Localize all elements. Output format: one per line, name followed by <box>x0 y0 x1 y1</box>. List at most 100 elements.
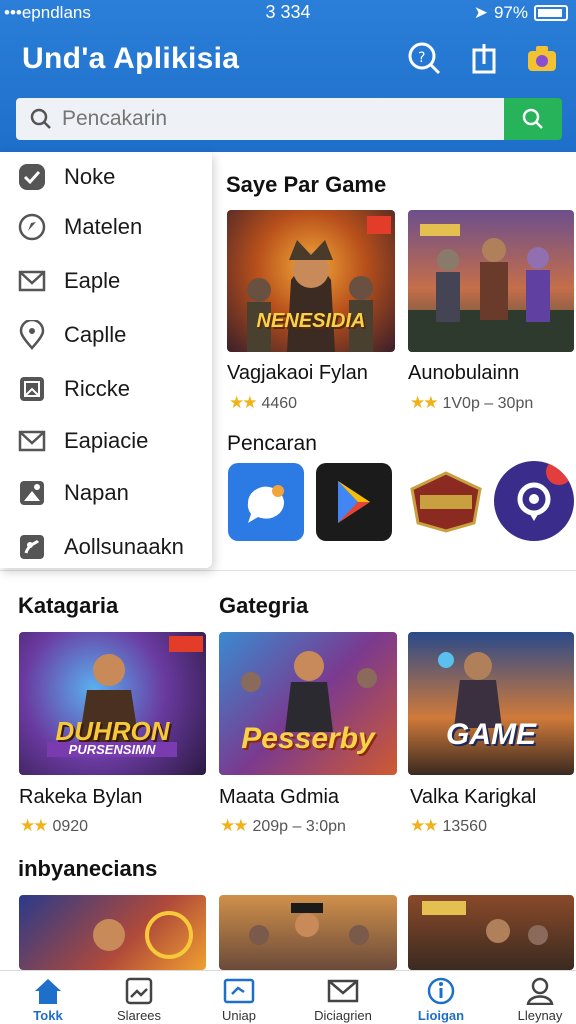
nav-item-lleynay[interactable]: Lleynay <box>492 971 576 1024</box>
game-art-title: GAME <box>446 718 536 751</box>
info-icon <box>425 977 457 1005</box>
location-pin-icon <box>17 320 47 350</box>
game-title[interactable]: Valka Karigkal <box>410 786 536 809</box>
game-thumbnail[interactable] <box>219 895 397 970</box>
game-title[interactable]: Rakeka Bylan <box>19 786 142 809</box>
menu-item-napan[interactable]: Napan <box>0 468 212 518</box>
bottom-navigation: Tokk Slarees Uniap Diciagrien Lioigan Ll… <box>0 970 576 1024</box>
nav-label: Diciagrien <box>314 1008 372 1023</box>
menu-item-label: Eapiacie <box>64 428 149 453</box>
envelope-icon <box>17 426 47 456</box>
game-thumbnail[interactable]: Pesserby <box>219 632 397 775</box>
game-thumbnail[interactable]: DUHRON PURSENSIMN <box>19 632 206 775</box>
game-title[interactable]: Vagjakaoi Fylan <box>227 362 368 385</box>
game-title[interactable]: Maata Gdmia <box>219 786 339 809</box>
section-title-recommended: inbyanecians <box>18 856 158 881</box>
game-meta: ★★ 13560 <box>410 816 487 836</box>
section-title-gategria: Gategria <box>219 593 309 618</box>
chat-app-icon[interactable] <box>228 463 304 541</box>
game-art-title: NENESIDIA <box>256 310 366 332</box>
dropdown-menu: Noke Matelen Eaple Caplle Riccke Eapiaci… <box>0 152 212 568</box>
nav-item-home[interactable]: Tokk <box>0 971 96 1024</box>
menu-item-label: Aollsunaakn <box>64 534 184 559</box>
game-thumbnail[interactable] <box>408 895 574 970</box>
game-art-title: Pesserby <box>241 722 375 755</box>
game-meta-value: 209p – 3:0pn <box>252 818 346 835</box>
game-thumbnail[interactable]: NENESIDIA <box>227 210 395 352</box>
menu-item-caplle[interactable]: Caplle <box>0 310 212 360</box>
mail-icon <box>327 977 359 1005</box>
star-rating-icon: ★★ <box>20 816 49 835</box>
nav-label: Lleynay <box>517 1008 563 1023</box>
nav-label: Tokk <box>33 1008 63 1023</box>
star-rating-icon: ★★ <box>410 816 439 835</box>
image-icon <box>17 374 47 404</box>
menu-item-noke[interactable]: Noke <box>0 152 212 202</box>
game-meta-value: 4460 <box>261 395 298 412</box>
check-icon <box>17 162 47 192</box>
game-title[interactable]: Aunobulainn <box>408 362 519 385</box>
camera-icon[interactable] <box>524 40 560 76</box>
game-meta: ★★ 209p – 3:0pn <box>220 816 346 836</box>
game-meta: ★★ 1V0p – 30pn <box>410 393 533 413</box>
svg-text:?: ? <box>418 50 425 66</box>
search-icon <box>522 108 543 129</box>
game-meta-value: 0920 <box>52 818 89 835</box>
nav-item-slarees[interactable]: Slarees <box>91 971 187 1024</box>
status-bar: •••epndlans 3 334 ➤ 97% <box>0 0 576 26</box>
star-rating-icon: ★★ <box>220 816 249 835</box>
game-meta: ★★ 0920 <box>20 816 88 836</box>
menu-item-label: Eaple <box>64 268 121 293</box>
star-rating-icon: ★★ <box>410 393 439 412</box>
nav-label: Slarees <box>116 1008 162 1023</box>
menu-item-eapiacie[interactable]: Eapiacie <box>0 416 212 466</box>
search-icon <box>30 108 52 135</box>
section-title-pencaran: Pencaran <box>227 432 317 455</box>
search-button[interactable] <box>504 98 562 140</box>
menu-item-label: Noke <box>64 164 116 189</box>
menu-item-matelen[interactable]: Matelen <box>0 202 212 252</box>
search-help-icon[interactable]: ? <box>406 40 442 76</box>
menu-item-riccke[interactable]: Riccke <box>0 364 212 414</box>
notification-badge <box>546 461 572 485</box>
search-field <box>16 98 504 140</box>
nav-label: Lioigan <box>417 1008 465 1023</box>
game-thumbnail[interactable]: GAME <box>408 632 574 775</box>
game-thumbnail[interactable] <box>408 210 574 352</box>
menu-item-label: Matelen <box>64 214 143 239</box>
menu-item-eaple[interactable]: Eaple <box>0 256 212 306</box>
location-app-icon[interactable] <box>494 461 574 541</box>
home-icon <box>32 977 64 1005</box>
status-right: ➤ 97% <box>474 3 568 23</box>
nav-item-lioigan[interactable]: Lioigan <box>393 971 489 1024</box>
search-input[interactable] <box>62 98 492 140</box>
location-icon: ➤ <box>473 3 488 22</box>
game-meta-value: 13560 <box>442 818 487 835</box>
game-logo-icon[interactable] <box>408 463 484 541</box>
photo-icon <box>17 478 47 508</box>
nav-item-uniap[interactable]: Uniap <box>191 971 287 1024</box>
page-title: Und'a Aplikisia <box>22 42 240 75</box>
nav-label: Uniap <box>222 1008 256 1023</box>
game-meta-value: 1V0p – 30pn <box>442 395 534 412</box>
battery-percent: 97% <box>493 3 528 22</box>
nav-item-diciagrien[interactable]: Diciagrien <box>295 971 391 1024</box>
ticket-icon <box>223 977 255 1005</box>
mail-icon <box>17 266 47 296</box>
game-meta: ★★ 4460 <box>229 393 297 413</box>
gallery-icon <box>17 532 47 562</box>
menu-item-aollsunaakn[interactable]: Aollsunaakn <box>0 522 212 572</box>
play-store-icon[interactable] <box>316 463 392 541</box>
menu-item-label: Napan <box>64 480 129 505</box>
section-title-featured: Saye Par Game <box>226 172 387 197</box>
menu-item-label: Riccke <box>64 376 131 401</box>
star-rating-icon: ★★ <box>229 393 258 412</box>
menu-item-label: Caplle <box>64 322 127 347</box>
share-icon[interactable] <box>466 40 502 76</box>
image-icon <box>123 977 155 1005</box>
user-icon <box>524 977 556 1005</box>
game-art-subtitle: PURSENSIMN <box>47 742 177 757</box>
search-bar <box>16 98 562 140</box>
battery-icon <box>534 5 568 21</box>
game-thumbnail[interactable] <box>19 895 206 970</box>
